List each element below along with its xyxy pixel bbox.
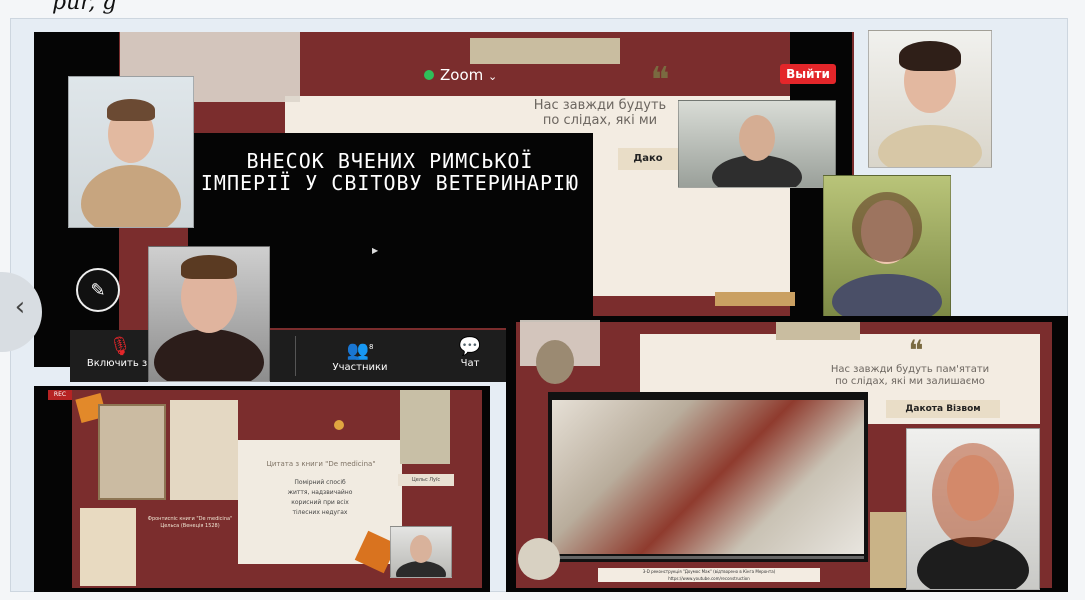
leave-button[interactable]: Выйти <box>780 64 836 84</box>
participant-video[interactable] <box>68 76 194 228</box>
toolbar-divider <box>295 336 296 376</box>
tape-strip <box>470 38 620 64</box>
video-frame <box>552 400 864 554</box>
portrait-engraving <box>98 404 166 500</box>
statue-image <box>400 390 450 464</box>
participants-icon: 👥8 <box>346 340 374 361</box>
chevron-down-icon: ⌄ <box>488 70 498 83</box>
participant-video[interactable] <box>390 526 452 578</box>
pin-icon <box>334 420 344 430</box>
author-chip: Дако <box>618 148 678 170</box>
pencil-icon[interactable]: ✎ <box>76 268 120 312</box>
book-caption: Фронтиспіс книги "De medicina" Цельса (В… <box>147 516 233 529</box>
manuscript-scrap <box>80 508 136 586</box>
book-stack <box>715 292 795 306</box>
rec-badge: REC <box>48 390 72 400</box>
play-icon[interactable]: ▶ <box>372 246 378 255</box>
slide-title: ВНЕСОК ВЧЕНИХ РИМСЬКОЇ ІМПЕРІЇ У СВІТОВУ… <box>200 149 580 195</box>
books-decor <box>870 512 906 588</box>
shield-icon <box>424 70 434 80</box>
book-page <box>170 400 238 500</box>
participant-video[interactable] <box>906 428 1040 590</box>
zoom-toolbar: 🎙 Включить зв 👥8 Участники 💬 Чат <box>70 330 512 382</box>
participant-video[interactable] <box>148 246 270 382</box>
video-caption: 3-D реконструкція "Доумос Мак" (відтворе… <box>598 568 820 582</box>
quote-icon: ❝ <box>650 60 670 101</box>
quote-text: Нас завжди будуть пам'ятати по слідах, я… <box>830 364 990 387</box>
tape-strip <box>776 322 860 340</box>
video-progress[interactable] <box>552 556 864 559</box>
quote-icon: ❝ <box>908 334 924 367</box>
quote-card-title: Цитата з книги "De medicina" <box>266 460 376 468</box>
chat-button[interactable]: 💬 Чат <box>445 336 495 370</box>
statue-label: Цельс Луїс <box>398 474 454 486</box>
participant-video[interactable] <box>868 30 992 168</box>
reconstruction-video[interactable] <box>548 392 868 562</box>
chat-icon: 💬 <box>458 336 482 357</box>
quote-card-body: Помірний спосіб життя, надзвичайно корис… <box>287 479 353 516</box>
zoom-title[interactable]: Zoom ⌄ <box>424 66 497 84</box>
top-caption: pur, g <box>52 0 117 15</box>
flower-decor <box>518 538 560 580</box>
quote-text: Нас завжди будуть по слідах, які ми <box>533 98 667 128</box>
author-chip: Дакота Візвом <box>886 400 1000 418</box>
participants-button[interactable]: 👥8 Участники <box>325 338 395 374</box>
participant-video[interactable] <box>823 175 951 317</box>
participant-video[interactable] <box>678 100 836 188</box>
statue-image <box>536 340 574 384</box>
